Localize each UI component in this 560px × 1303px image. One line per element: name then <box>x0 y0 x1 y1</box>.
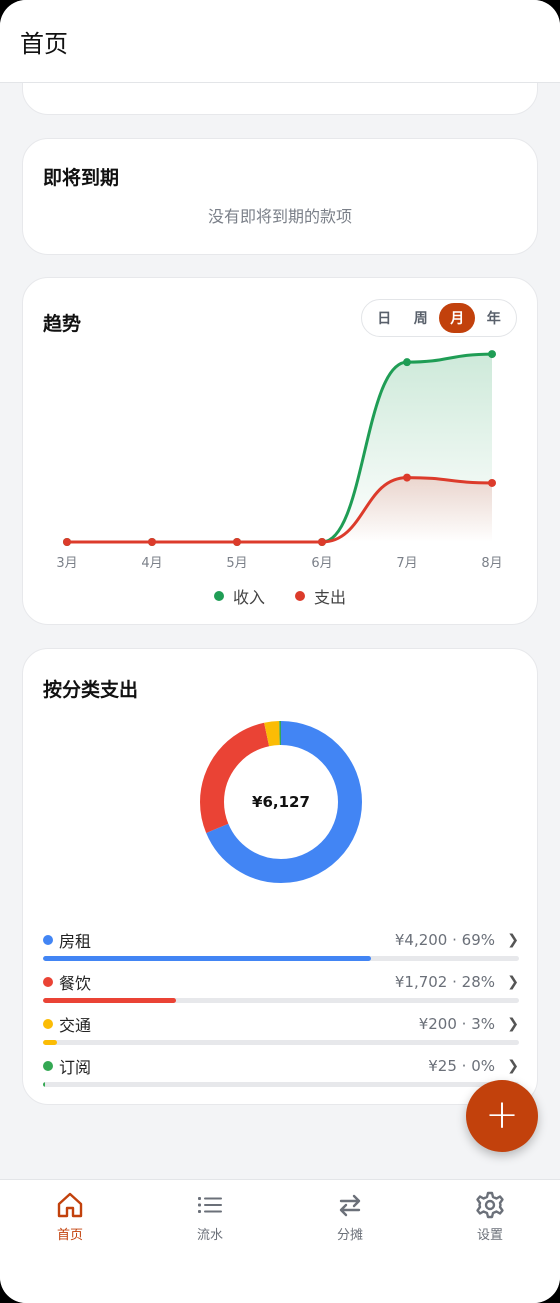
period-year-button[interactable]: 年 <box>476 303 512 333</box>
data-point <box>148 538 156 546</box>
category-name: 交通 <box>59 1016 92 1035</box>
period-day-button[interactable]: 日 <box>366 303 402 333</box>
category-amount: ¥25 · 0% <box>428 1057 495 1075</box>
x-tick-label: 4月 <box>141 556 162 571</box>
category-row[interactable]: 房租 ¥4,200 · 69% ❯ <box>43 929 519 971</box>
category-bar-track <box>43 1040 519 1045</box>
x-tick-label: 6月 <box>311 556 332 571</box>
page-title: 首页 <box>20 29 68 58</box>
category-dot <box>43 935 53 945</box>
data-point <box>233 538 241 546</box>
x-tick-label: 3月 <box>56 556 77 571</box>
x-tick-label: 5月 <box>226 556 247 571</box>
data-point <box>488 350 496 359</box>
category-row[interactable]: 餐饮 ¥1,702 · 28% ❯ <box>43 971 519 1013</box>
upcoming-title: 即将到期 <box>43 167 120 189</box>
chevron-right-icon: ❯ <box>507 1058 519 1074</box>
legend-income-label: 收入 <box>232 588 265 607</box>
swap-icon <box>339 1194 361 1217</box>
trend-chart: 3月 4月 5月 6月 7月 8月 <box>56 350 503 571</box>
category-dot <box>43 1061 53 1071</box>
nav-label-split: 分摊 <box>336 1228 363 1243</box>
nav-item-transactions[interactable]: 流水 <box>140 1180 280 1303</box>
nav-label-transactions: 流水 <box>196 1228 223 1243</box>
chevron-right-icon: ❯ <box>507 1016 519 1032</box>
chevron-right-icon: ❯ <box>507 974 519 990</box>
category-row[interactable]: 订阅 ¥25 · 0% ❯ <box>43 1055 519 1097</box>
trend-legend: 收入 支出 <box>23 584 537 608</box>
x-tick-label: 7月 <box>396 556 417 571</box>
nav-item-settings[interactable]: 设置 <box>420 1180 560 1303</box>
category-amount: ¥200 · 3% <box>418 1015 495 1033</box>
period-selector: 日 周 月 年 <box>361 299 517 337</box>
data-point <box>63 538 71 546</box>
chevron-right-icon: ❯ <box>507 932 519 948</box>
category-title: 按分类支出 <box>43 679 139 701</box>
category-bar-track <box>43 998 519 1003</box>
income-dot <box>213 591 224 601</box>
nav-label-settings: 设置 <box>476 1228 503 1243</box>
category-row[interactable]: 交通 ¥200 · 3% ❯ <box>43 1013 519 1055</box>
expense-dot <box>295 591 305 601</box>
category-name: 房租 <box>59 932 92 951</box>
nav-item-split[interactable]: 分摊 <box>280 1180 420 1303</box>
gear-icon <box>476 1191 504 1219</box>
legend-income: 收入 <box>213 584 265 608</box>
period-week-button[interactable]: 周 <box>403 303 439 333</box>
category-bar-fill <box>43 956 372 961</box>
app-bar: 首页 <box>0 0 560 83</box>
trend-title: 趋势 <box>43 313 82 335</box>
category-bar-track <box>43 956 519 961</box>
plus-icon: + <box>485 1092 519 1138</box>
x-tick-label: 8月 <box>481 556 502 571</box>
category-dot <box>43 977 53 987</box>
donut-total: ¥6,127 <box>252 793 310 811</box>
home-screen: 首页 即将到期 没有即将到期的款项 趋势 日 周 月 年 3月 4月 5月 6月… <box>0 0 560 1303</box>
home-icon <box>57 1192 83 1218</box>
data-point <box>403 473 411 482</box>
category-name: 餐饮 <box>59 974 92 993</box>
data-point <box>403 358 411 367</box>
category-bar-fill <box>43 998 177 1003</box>
upcoming-empty-text: 没有即将到期的款项 <box>207 207 352 226</box>
period-month-button[interactable]: 月 <box>439 303 476 333</box>
data-point <box>318 538 326 546</box>
category-name: 订阅 <box>59 1058 92 1077</box>
data-point <box>488 478 496 487</box>
upcoming-card: 即将到期 没有即将到期的款项 <box>22 138 538 255</box>
category-amount: ¥4,200 · 69% <box>394 931 495 949</box>
legend-expense-label: 支出 <box>314 588 347 607</box>
category-bar-track <box>43 1082 519 1087</box>
bottom-nav: 首页 流水 分摊 设置 <box>0 1179 560 1303</box>
category-card: 按分类支出 ¥6,127 房租 ¥4,200 · 69% ❯ 餐饮 ¥1,702 · 2… <box>22 648 538 1105</box>
trend-card: 趋势 日 周 月 年 3月 4月 5月 6月 7月 8月 收入 支出 <box>22 277 538 625</box>
category-amount: ¥1,702 · 28% <box>394 973 495 991</box>
category-bar-fill <box>43 1082 45 1087</box>
nav-label-home: 首页 <box>56 1228 83 1243</box>
list-icon <box>198 1197 222 1213</box>
add-transaction-button[interactable]: + <box>466 1080 538 1152</box>
nav-item-home[interactable]: 首页 <box>0 1180 140 1303</box>
legend-expense: 支出 <box>295 584 346 608</box>
category-dot <box>43 1019 53 1029</box>
category-bar-fill <box>43 1040 58 1045</box>
